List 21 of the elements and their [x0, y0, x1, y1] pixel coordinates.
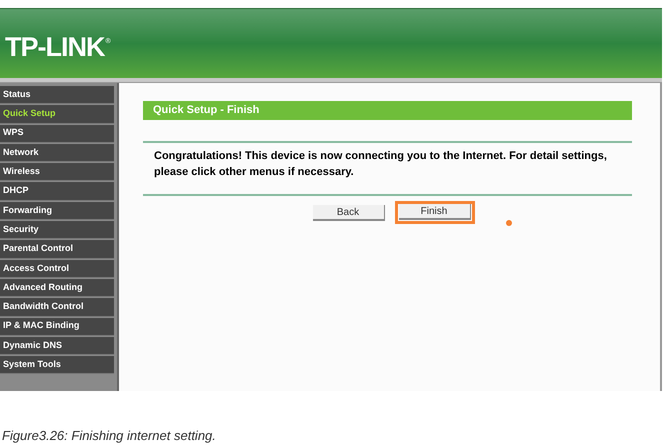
- nav-item[interactable]: Security: [0, 221, 114, 240]
- panel-title: Quick Setup - Finish: [143, 101, 632, 120]
- nav-item[interactable]: Advanced Routing: [0, 278, 114, 298]
- dot-icon: [506, 220, 512, 226]
- nav-item[interactable]: Access Control: [0, 260, 114, 278]
- figure-caption: Figure3.26: Finishing internet setting.: [1, 427, 217, 445]
- nav-item[interactable]: DHCP: [0, 182, 114, 201]
- highlighted-button[interactable]: Finish: [394, 201, 474, 224]
- nav-item[interactable]: Quick Setup: [0, 105, 114, 124]
- nav-item[interactable]: Forwarding: [0, 202, 114, 220]
- nav-item[interactable]: Parental Control: [0, 240, 114, 259]
- nav-item[interactable]: IP & MAC Binding: [0, 318, 114, 336]
- nav-item[interactable]: Dynamic DNS: [0, 336, 114, 356]
- nav-item[interactable]: WPS: [0, 124, 114, 143]
- nav-item[interactable]: Wireless: [0, 163, 114, 182]
- nav-item[interactable]: Network: [0, 144, 114, 162]
- message-text: Congratulations! This device is now connecting you to the Internet. For detail settings, please click other menus if necessary.: [153, 149, 608, 180]
- nav-item[interactable]: Bandwidth Control: [0, 298, 114, 317]
- nav-item[interactable]: System Tools: [0, 356, 114, 374]
- logo: TP-LINK: [5, 30, 104, 62]
- nav-item[interactable]: Status: [0, 86, 114, 104]
